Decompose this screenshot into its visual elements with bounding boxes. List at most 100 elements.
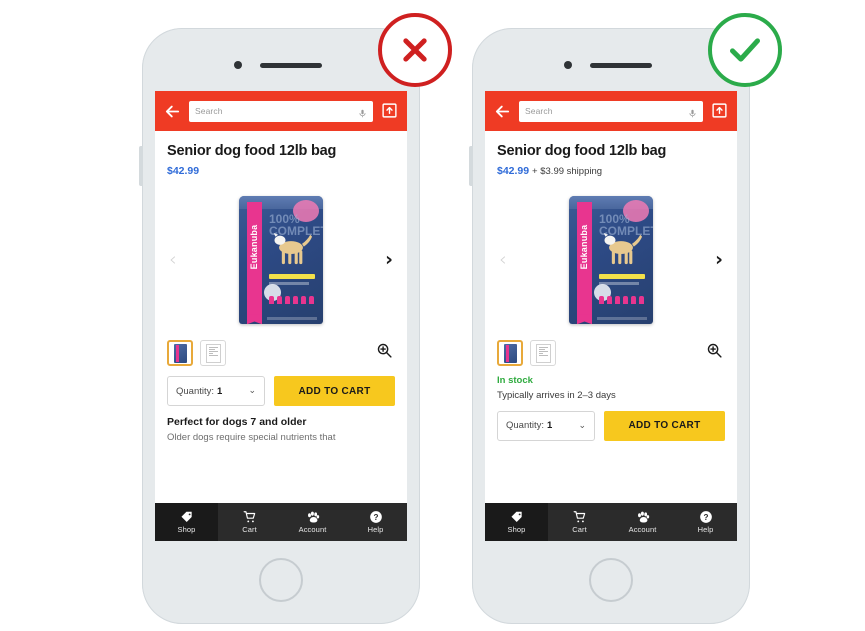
comparison-stage: Search Senior dog food 12lb bag $42.99 ‹… [0,0,865,631]
nutrition-label-thumbnail[interactable] [530,340,556,367]
quantity-label: Quantity: [506,420,545,432]
tab-shop-label: Shop [177,525,196,534]
microphone-icon[interactable] [688,105,697,118]
magnifier-zoom-in-icon[interactable] [706,342,723,359]
product-photo-thumbnail[interactable] [167,340,193,367]
description-body: Older dogs require special nutrients tha… [167,432,336,444]
tab-help[interactable]: ? Help [674,503,737,541]
description-heading: Perfect for dogs 7 and older [167,416,307,429]
nutrition-label-thumbnail[interactable] [200,340,226,367]
search-input[interactable]: Search [519,100,703,122]
bag-benefit-icons [599,296,647,305]
add-to-cart-row: Quantity: 1 ⌄ ADD TO CART [497,410,725,441]
quantity-stepper[interactable]: Quantity: 1 ⌄ [497,410,595,441]
phone-side-button [469,146,473,186]
home-button[interactable] [259,558,303,602]
quantity-label: Quantity: [176,385,215,397]
app-bar: Search [155,91,407,131]
product-price: $42.99 [167,164,200,177]
phone-screen-bad: Search Senior dog food 12lb bag $42.99 ‹… [155,91,407,541]
search-input[interactable]: Search [189,100,373,122]
tab-cart-label: Cart [242,525,257,534]
product-title: Senior dog food 12lb bag [167,143,337,159]
product-content-bad: Senior dog food 12lb bag $42.99 ‹ 100% C… [155,131,407,503]
add-to-cart-row: Quantity: 1 ⌄ ADD TO CART [167,376,395,407]
thumbnail-doc-graphic [535,343,551,363]
bag-brand-name: Eukanuba [579,224,589,270]
front-camera-icon [564,61,572,69]
price-line: $42.99 [167,165,395,178]
chevron-down-icon[interactable]: ⌄ [578,421,586,431]
tab-account[interactable]: Account [281,503,344,541]
share-upload-icon[interactable] [711,102,728,120]
incorrect-example-badge [378,13,452,87]
thumbnail-row [167,339,395,367]
product-image-dogfood-bag[interactable]: 100% COMPLETE [239,196,323,325]
bag-yellow-label [269,274,315,280]
add-to-cart-button[interactable]: ADD TO CART [604,410,725,441]
product-description: Perfect for dogs 7 and older Older dogs … [167,416,395,445]
home-button[interactable] [589,558,633,602]
delivery-estimate: Typically arrives in 2–3 days [497,389,616,401]
gallery-next-chevron-icon[interactable]: › [715,250,723,270]
gallery-prev-chevron-icon[interactable]: ‹ [499,250,507,270]
microphone-icon[interactable] [358,105,367,118]
search-placeholder: Search [195,106,223,116]
bag-brand-strip-tail [577,314,592,325]
quantity-value: 1 [547,420,553,432]
x-mark-icon [403,38,427,62]
dog-illustration-icon [269,232,313,270]
earpiece-speaker [260,63,322,68]
product-gallery: ‹ 100% COMPLETE [167,185,395,335]
shopping-cart-icon [573,510,587,524]
share-upload-icon[interactable] [381,102,398,120]
correct-example-badge [708,13,782,87]
product-price: $42.99 [497,164,530,177]
phone-mockup-good: Search Senior dog food 12lb bag $42.99 +… [469,28,750,624]
availability-block: In stock Typically arrives in 2–3 days [497,375,725,402]
tab-cart[interactable]: Cart [218,503,281,541]
tab-account-label: Account [298,525,327,534]
tab-account[interactable]: Account [611,503,674,541]
price-tag-icon [510,510,524,524]
product-title: Senior dog food 12lb bag [497,143,667,159]
bag-benefit-icons [269,296,317,305]
product-photo-thumbnail[interactable] [497,340,523,367]
question-mark-icon: ? [369,510,383,524]
phone-screen-good: Search Senior dog food 12lb bag $42.99 +… [485,91,737,541]
product-image-dogfood-bag[interactable]: 100% COMPLETE [569,196,653,325]
product-content-good: Senior dog food 12lb bag $42.99 + $3.99 … [485,131,737,503]
magnifier-zoom-in-icon[interactable] [376,342,393,359]
front-camera-icon [234,61,242,69]
tab-account-label: Account [628,525,657,534]
question-mark-icon: ? [699,510,713,524]
status-badge-in-stock: In stock [497,375,533,387]
bag-footer-text [267,317,317,321]
gallery-prev-chevron-icon[interactable]: ‹ [169,250,177,270]
earpiece-speaker [590,63,652,68]
tab-shop[interactable]: Shop [155,503,218,541]
add-to-cart-button[interactable]: ADD TO CART [274,376,395,407]
tab-help-label: Help [697,525,714,534]
chevron-down-icon[interactable]: ⌄ [248,386,256,396]
price-tag-icon [180,510,194,524]
price-line: $42.99 + $3.99 shipping [497,165,725,178]
tab-shop[interactable]: Shop [485,503,548,541]
gallery-next-chevron-icon[interactable]: › [385,250,393,270]
phone-side-button [139,146,143,186]
app-bar: Search [485,91,737,131]
back-arrow-icon[interactable] [494,103,511,120]
tab-shop-label: Shop [507,525,526,534]
tab-help[interactable]: ? Help [344,503,407,541]
bag-brand-name: Eukanuba [249,224,259,270]
shopping-cart-icon [243,510,257,524]
thumbnail-row [497,339,725,367]
phone-mockup-bad: Search Senior dog food 12lb bag $42.99 ‹… [139,28,420,624]
bag-brand-strip-tail [247,314,262,325]
tab-cart-label: Cart [572,525,587,534]
tab-cart[interactable]: Cart [548,503,611,541]
dog-illustration-icon [599,232,643,270]
back-arrow-icon[interactable] [164,103,181,120]
bag-yellow-label [599,274,645,280]
quantity-stepper[interactable]: Quantity: 1 ⌄ [167,376,265,407]
